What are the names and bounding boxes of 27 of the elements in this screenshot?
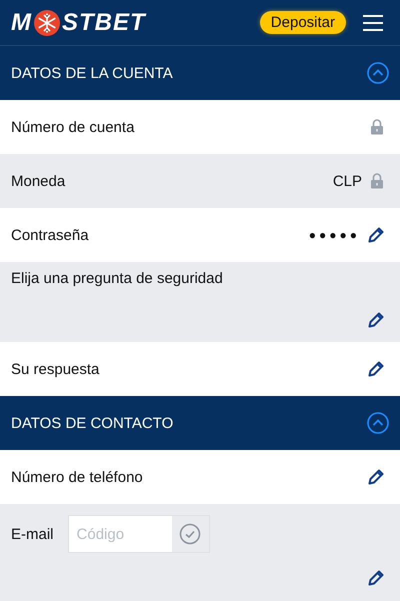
pencil-icon[interactable] xyxy=(368,570,384,586)
row-label: Contraseña xyxy=(11,226,89,244)
section-title: DATOS DE LA CUENTA xyxy=(11,64,173,82)
lock-icon xyxy=(370,173,384,189)
pencil-icon[interactable] xyxy=(368,469,384,485)
row-label: Su respuesta xyxy=(11,360,100,378)
pencil-icon[interactable] xyxy=(368,312,384,328)
snowflake-icon xyxy=(34,10,60,36)
section-header[interactable]: DATOS DE LA CUENTA xyxy=(0,46,400,100)
menu-icon[interactable] xyxy=(362,14,384,32)
chevron-up-icon[interactable] xyxy=(367,412,389,434)
section-header[interactable]: DATOS DE CONTACTO xyxy=(0,396,400,450)
lock-icon xyxy=(370,119,384,135)
row-value: CLP xyxy=(332,172,362,190)
section-title: DATOS DE CONTACTO xyxy=(11,414,174,432)
row-label: Número de cuenta xyxy=(11,118,134,136)
row-label: E-mail xyxy=(11,526,54,542)
pencil-icon[interactable] xyxy=(368,227,384,243)
deposit-button[interactable]: Depositar xyxy=(260,11,346,34)
chevron-up-icon[interactable] xyxy=(367,62,389,84)
row-label: Número de teléfono xyxy=(11,468,143,486)
pencil-icon[interactable] xyxy=(368,361,384,377)
row-label: Moneda xyxy=(11,172,66,190)
logo-text: M xyxy=(11,8,32,36)
row-label: Elija una pregunta de seguridad xyxy=(11,270,224,287)
row-value: ●●●●● xyxy=(308,228,360,242)
logo-text: STBET xyxy=(62,8,146,36)
